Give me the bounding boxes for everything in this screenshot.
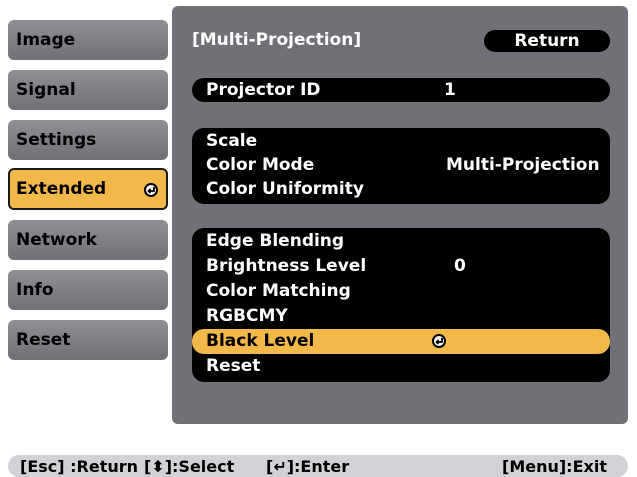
menu-item-label: Reset bbox=[206, 356, 261, 376]
menu-item-label: RGBCMY bbox=[206, 306, 288, 326]
sidebar-item-label: Reset bbox=[16, 330, 71, 350]
sidebar-item-extended[interactable]: Extended bbox=[8, 168, 168, 210]
menu-item-value: 0 bbox=[454, 256, 466, 276]
menu-item-color-mode[interactable]: Color Mode Multi-Projection bbox=[192, 153, 610, 178]
menu-item-reset[interactable]: Reset bbox=[192, 354, 610, 379]
menu-item-color-matching[interactable]: Color Matching bbox=[192, 279, 610, 304]
menu-item-value: Multi-Projection bbox=[446, 155, 600, 175]
sidebar-item-signal[interactable]: Signal bbox=[8, 70, 168, 110]
return-button[interactable]: Return bbox=[484, 30, 610, 52]
menu-item-brightness-level[interactable]: Brightness Level 0 bbox=[192, 254, 610, 279]
menu-item-edge-blending[interactable]: Edge Blending bbox=[192, 229, 610, 254]
menu-item-label: Color Mode bbox=[206, 155, 315, 175]
sidebar-item-label: Network bbox=[16, 230, 97, 250]
sidebar-item-network[interactable]: Network bbox=[8, 220, 168, 260]
menu-item-label: Projector ID bbox=[206, 80, 321, 100]
sidebar-item-reset[interactable]: Reset bbox=[8, 320, 168, 360]
projector-id-group: Projector ID 1 bbox=[192, 78, 610, 102]
menu-item-label: Black Level bbox=[206, 331, 315, 351]
esc-hint: [Esc] :Return bbox=[20, 457, 139, 476]
menu-item-label: Brightness Level bbox=[206, 256, 367, 276]
select-hint: [⬍]:Select bbox=[144, 457, 235, 476]
help-bar: [Esc] :Return [⬍]:Select [↵]:Enter [Menu… bbox=[8, 455, 628, 477]
menu-item-black-level[interactable]: Black Level bbox=[192, 329, 610, 354]
menu-exit-hint: [Menu]:Exit bbox=[502, 457, 607, 476]
sidebar-item-label: Signal bbox=[16, 80, 76, 100]
enter-hint: [↵]:Enter bbox=[266, 457, 350, 476]
menu-item-label: Color Matching bbox=[206, 281, 351, 301]
menu-item-value: 1 bbox=[444, 80, 456, 100]
color-settings-group: Scale Color Mode Multi-Projection Color … bbox=[192, 128, 610, 204]
menu-item-label: Scale bbox=[206, 131, 258, 151]
main-panel: [Multi-Projection] Return Projector ID 1… bbox=[172, 6, 628, 424]
sidebar-item-label: Settings bbox=[16, 130, 97, 150]
sidebar-item-label: Image bbox=[16, 30, 76, 50]
menu-item-label: Color Uniformity bbox=[206, 179, 364, 199]
menu-item-color-uniformity[interactable]: Color Uniformity bbox=[192, 177, 610, 202]
sidebar-item-label: Info bbox=[16, 280, 54, 300]
sidebar-item-settings[interactable]: Settings bbox=[8, 120, 168, 160]
sidebar-item-label: Extended bbox=[16, 179, 107, 199]
menu-item-label: Edge Blending bbox=[206, 231, 345, 251]
menu-item-rgbcmy[interactable]: RGBCMY bbox=[192, 304, 610, 329]
menu-item-scale[interactable]: Scale bbox=[192, 129, 610, 154]
enter-icon bbox=[432, 334, 446, 348]
blending-settings-group: Edge Blending Brightness Level 0 Color M… bbox=[192, 228, 610, 382]
sidebar-item-info[interactable]: Info bbox=[8, 270, 168, 310]
page-title: [Multi-Projection] bbox=[192, 30, 362, 50]
sidebar-item-image[interactable]: Image bbox=[8, 20, 168, 60]
menu-item-projector-id[interactable]: Projector ID 1 bbox=[192, 78, 610, 103]
enter-icon bbox=[144, 183, 158, 197]
